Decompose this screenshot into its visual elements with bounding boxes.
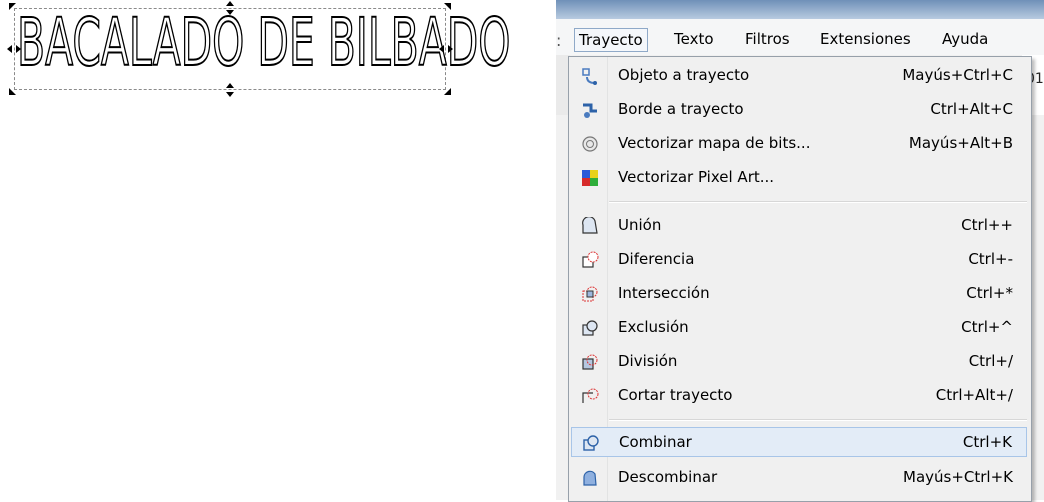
difference-icon (581, 251, 599, 269)
menu-item-vectorizar-pixel-art[interactable]: Vectorizar Pixel Art... (571, 163, 1027, 193)
menu-item-descombinar[interactable]: Descombinar Mayús+Ctrl+K (571, 463, 1027, 493)
menu-item-label: Unión (618, 216, 662, 234)
trayecto-dropdown-menu: Objeto a trayecto Mayús+Ctrl+C Borde a t… (568, 56, 1032, 502)
menu-item-shortcut: Mayús+Alt+B (908, 134, 1013, 152)
menu-item-label: Objeto a trayecto (618, 66, 750, 84)
menu-item-exclusion[interactable]: Exclusión Ctrl+^ (571, 313, 1027, 343)
menu-item-diferencia[interactable]: Diferencia Ctrl+- (571, 245, 1027, 275)
menu-trayecto[interactable]: Trayecto (574, 28, 648, 52)
union-icon (581, 216, 599, 235)
menu-item-label: División (618, 352, 678, 370)
object-to-path-icon (581, 67, 599, 85)
menu-item-shortcut: Ctrl+^ (961, 318, 1013, 336)
trace-pixel-art-icon (581, 169, 599, 187)
window-titlebar (556, 0, 1044, 19)
break-apart-icon (581, 469, 599, 487)
menu-separator (609, 201, 1027, 203)
trace-bitmap-icon (581, 135, 599, 153)
division-icon (581, 353, 599, 371)
menu-item-label: Descombinar (618, 468, 718, 486)
menu-item-interseccion[interactable]: Intersección Ctrl+* (571, 279, 1027, 309)
menu-item-label: Vectorizar mapa de bits... (618, 134, 811, 152)
menu-item-combinar[interactable]: Combinar Ctrl+K (571, 427, 1027, 457)
canvas-text: BACALADO DE BILBADO (16, 3, 511, 82)
menu-filtros[interactable]: Filtros (741, 28, 794, 50)
combine-icon (582, 434, 600, 452)
cut-path-icon (581, 387, 599, 405)
menubar-grip: : (556, 31, 562, 50)
menubar: : Trayecto Texto Filtros Extensiones Ayu… (556, 19, 1044, 55)
menu-separator (609, 419, 1027, 421)
menu-item-shortcut: Mayús+Ctrl+C (902, 66, 1013, 84)
menu-item-shortcut: Ctrl+* (966, 284, 1013, 302)
menu-item-shortcut: Mayús+Ctrl+K (903, 468, 1013, 486)
menu-item-label: Diferencia (618, 250, 695, 268)
menu-item-shortcut: Ctrl+Alt+C (930, 100, 1013, 118)
menu-item-objeto-a-trayecto[interactable]: Objeto a trayecto Mayús+Ctrl+C (571, 61, 1027, 91)
menu-extensiones[interactable]: Extensiones (816, 28, 915, 50)
intersection-icon (581, 285, 599, 303)
menu-item-division[interactable]: División Ctrl+/ (571, 347, 1027, 377)
menu-item-label: Combinar (619, 433, 692, 451)
menu-ayuda[interactable]: Ayuda (938, 28, 992, 50)
menu-item-union[interactable]: Unión Ctrl++ (571, 211, 1027, 241)
menu-item-label: Exclusión (618, 318, 689, 336)
menu-item-label: Borde a trayecto (618, 100, 744, 118)
menu-item-label: Cortar trayecto (618, 386, 733, 404)
canvas-text-object[interactable]: BACALADO DE BILBADO (7, 1, 511, 97)
menu-item-cortar-trayecto[interactable]: Cortar trayecto Ctrl+Alt+/ (571, 381, 1027, 411)
menu-item-shortcut: Ctrl+Alt+/ (935, 386, 1013, 404)
menu-item-shortcut: Ctrl+/ (968, 352, 1013, 370)
menu-item-label: Vectorizar Pixel Art... (618, 168, 775, 186)
menu-item-shortcut: Ctrl+K (962, 433, 1012, 451)
menu-item-shortcut: Ctrl+- (968, 250, 1013, 268)
exclusion-icon (581, 319, 599, 337)
menu-texto[interactable]: Texto (670, 28, 718, 50)
stroke-to-path-icon (581, 101, 599, 119)
menu-item-shortcut: Ctrl++ (961, 216, 1013, 234)
menu-item-vectorizar-mapa-de-bits[interactable]: Vectorizar mapa de bits... Mayús+Alt+B (571, 129, 1027, 159)
menu-item-label: Intersección (618, 284, 710, 302)
menu-item-borde-a-trayecto[interactable]: Borde a trayecto Ctrl+Alt+C (571, 95, 1027, 125)
